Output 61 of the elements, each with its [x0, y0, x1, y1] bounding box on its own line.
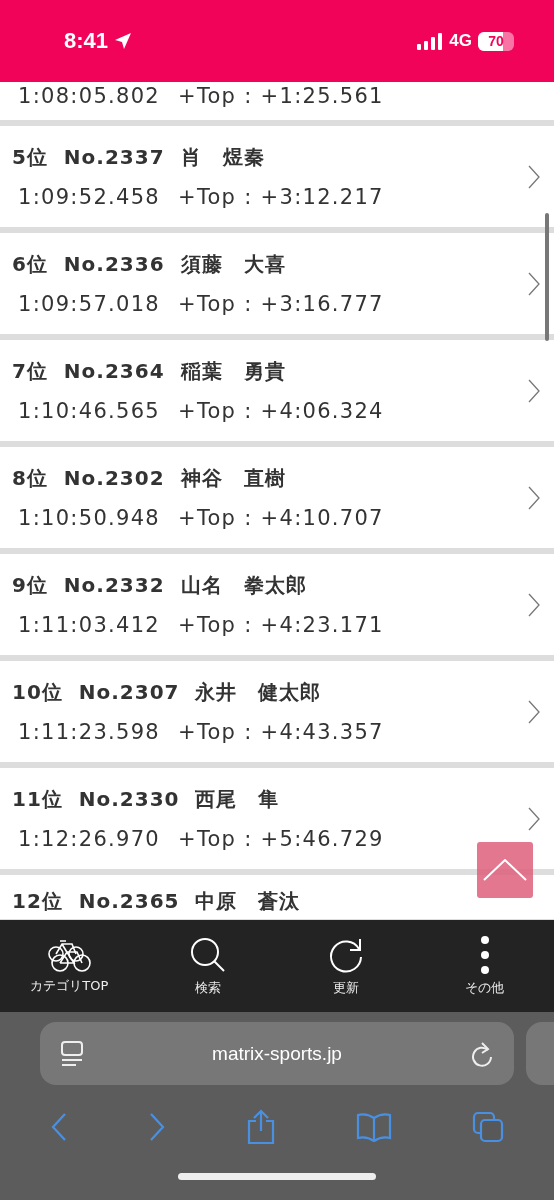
location-arrow-icon — [114, 32, 133, 50]
result-row[interactable]: 5位 No.2337 肖 煜秦 1:09:52.458 +Top : +3:12.217 — [0, 126, 554, 227]
chevron-right-icon — [528, 806, 540, 831]
chevron-right-icon — [528, 378, 540, 403]
result-row[interactable]: 12位 No.2365 中原 蒼汰 — [0, 875, 554, 919]
chevron-right-icon — [528, 164, 540, 189]
chevron-up-icon — [483, 859, 527, 881]
network-label: 4G — [449, 31, 472, 51]
gap-to-top: +Top : +1:25.561 — [178, 84, 384, 108]
rider-heading: 10位 No.2307 永井 健太郎 — [12, 679, 323, 706]
result-row[interactable]: 6位 No.2336 須藤 大喜 1:09:57.018 +Top : +3:16.777 — [0, 233, 554, 334]
finish-time: 1:11:03.412 — [18, 613, 160, 637]
tabs-icon[interactable] — [472, 1111, 504, 1143]
result-row[interactable]: 9位 No.2332 山名 拳太郎 1:11:03.412 +Top : +4:23.171 — [0, 554, 554, 655]
finish-time: 1:09:52.458 — [18, 185, 160, 209]
rider-heading: 11位 No.2330 西尾 隼 — [12, 786, 281, 813]
share-icon[interactable] — [246, 1109, 276, 1145]
chevron-right-icon — [528, 592, 540, 617]
finish-time: 1:11:23.598 — [18, 720, 160, 744]
rider-heading: 7位 No.2364 稲葉 勇貴 — [12, 358, 287, 385]
finish-time: 1:08:05.802 — [18, 84, 160, 108]
clock-time: 8:41 — [64, 28, 109, 54]
toolbar-item[interactable]: カテゴリTOP — [0, 920, 139, 1012]
scroll-top-button[interactable] — [477, 842, 533, 898]
gap-to-top: +Top : +3:16.777 — [178, 292, 384, 316]
toolbar-item[interactable]: 検索 — [138, 920, 277, 1012]
reload-icon[interactable] — [470, 1040, 494, 1067]
result-row[interactable]: 11位 No.2330 西尾 隼 1:12:26.970 +Top : +5:46.729 — [0, 768, 554, 869]
finish-time: 1:10:46.565 — [18, 399, 160, 423]
next-tab-preview[interactable] — [526, 1022, 554, 1085]
result-row[interactable]: 10位 No.2307 永井 健太郎 1:11:23.598 +Top : +4:43.357 — [0, 661, 554, 762]
chevron-right-icon — [528, 485, 540, 510]
rider-heading: 5位 No.2337 肖 煜秦 — [12, 144, 266, 171]
back-icon[interactable] — [50, 1112, 68, 1142]
rider-heading: 6位 No.2336 須藤 大喜 — [12, 251, 287, 278]
rider-heading: 8位 No.2302 神谷 直樹 — [12, 465, 287, 492]
bookmarks-icon[interactable] — [356, 1112, 392, 1142]
finish-time: 1:10:50.948 — [18, 506, 160, 530]
result-row[interactable]: 1:08:05.802 +Top : +1:25.561 — [0, 82, 554, 120]
finish-time: 1:12:26.970 — [18, 827, 160, 851]
toolbar-item[interactable]: 更新 — [277, 920, 416, 1012]
gap-to-top: +Top : +4:23.171 — [178, 613, 384, 637]
forward-icon[interactable] — [148, 1112, 166, 1142]
gap-to-top: +Top : +5:46.729 — [178, 827, 384, 851]
chevron-right-icon — [528, 699, 540, 724]
result-row[interactable]: 8位 No.2302 神谷 直樹 1:10:50.948 +Top : +4:10.707 — [0, 447, 554, 548]
signal-icon — [417, 32, 444, 50]
finish-time: 1:09:57.018 — [18, 292, 160, 316]
chevron-right-icon — [528, 271, 540, 296]
more-icon — [478, 935, 491, 975]
gap-to-top: +Top : +4:43.357 — [178, 720, 384, 744]
address-bar[interactable]: matrix-sports.jp — [40, 1022, 514, 1085]
result-row[interactable]: 7位 No.2364 稲葉 勇貴 1:10:46.565 +Top : +4:06.324 — [0, 340, 554, 441]
url-text: matrix-sports.jp — [212, 1042, 342, 1065]
rider-heading: 12位 No.2365 中原 蒼汰 — [12, 888, 302, 915]
page-menu-icon[interactable] — [60, 1040, 84, 1067]
rider-heading: 9位 No.2332 山名 拳太郎 — [12, 572, 308, 599]
toolbar-item[interactable]: その他 — [415, 920, 554, 1012]
gap-to-top: +Top : +3:12.217 — [178, 185, 384, 209]
gap-to-top: +Top : +4:10.707 — [178, 506, 384, 530]
gap-to-top: +Top : +4:06.324 — [178, 399, 384, 423]
